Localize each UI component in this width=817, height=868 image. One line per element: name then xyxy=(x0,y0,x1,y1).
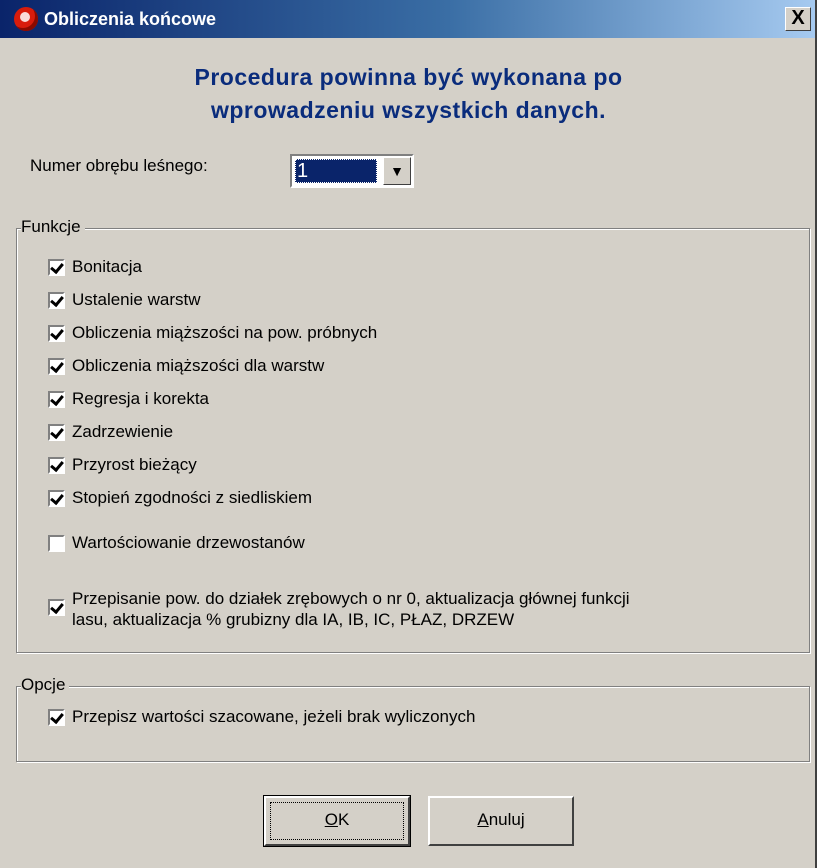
cancel-mnemonic: A xyxy=(477,810,489,829)
checkbox-label[interactable]: Stopień zgodności z siedliskiem xyxy=(72,487,312,509)
window-title: Obliczenia końcowe xyxy=(44,9,217,29)
checkbox-stopien-zgodnosci[interactable] xyxy=(48,490,65,507)
checkbox-label[interactable]: Obliczenia miąższości dla warstw xyxy=(72,355,324,377)
funkcje-legend: Funkcje xyxy=(21,217,85,237)
checkbox-label-line-2[interactable]: lasu, aktualizacja % grubizny dla IA, IB… xyxy=(72,609,514,631)
checkbox-miazszosc-pow-probnych[interactable] xyxy=(48,325,65,342)
app-icon xyxy=(14,7,38,31)
checkbox-bonitacja[interactable] xyxy=(48,259,65,276)
checkbox-label[interactable]: Regresja i korekta xyxy=(72,388,209,410)
checkbox-przepisz-szacowane[interactable] xyxy=(48,709,65,726)
checkbox-label[interactable]: Zadrzewienie xyxy=(72,421,173,443)
focus-rect xyxy=(270,802,404,840)
dropdown-arrow-icon[interactable]: ▼ xyxy=(383,157,411,185)
obreb-select[interactable]: 1 ▼ xyxy=(290,154,414,188)
checkbox-miazszosc-warstw[interactable] xyxy=(48,358,65,375)
obreb-selected-value[interactable]: 1 xyxy=(295,159,377,183)
cancel-label-rest: nuluj xyxy=(488,810,525,829)
cancel-button[interactable]: Anuluj xyxy=(428,796,574,846)
checkbox-label[interactable]: Bonitacja xyxy=(72,256,142,278)
title-bar[interactable]: Obliczenia końcowe X xyxy=(0,0,815,38)
close-button[interactable]: X xyxy=(785,7,811,31)
checkbox-label[interactable]: Wartościowanie drzewostanów xyxy=(72,532,305,554)
headline-line-1: Procedura powinna być wykonana po xyxy=(194,64,623,90)
checkbox-label[interactable]: Przepisz wartości szacowane, jeżeli brak… xyxy=(72,706,475,728)
checkbox-label[interactable]: Przyrost bieżący xyxy=(72,454,197,476)
obreb-label: Numer obrębu leśnego: xyxy=(30,156,208,175)
checkbox-regresja[interactable] xyxy=(48,391,65,408)
checkbox-wartosciowanie[interactable] xyxy=(48,535,65,552)
ok-button[interactable]: OK xyxy=(263,795,411,847)
checkbox-przyrost[interactable] xyxy=(48,457,65,474)
dialog-window: Obliczenia końcowe X Procedura powinna b… xyxy=(0,0,817,868)
checkbox-label-line-1[interactable]: Przepisanie pow. do działek zrębowych o … xyxy=(72,588,630,610)
checkbox-label[interactable]: Obliczenia miąższości na pow. próbnych xyxy=(72,322,377,344)
opcje-legend: Opcje xyxy=(21,675,70,695)
checkbox-ustalenie-warstw[interactable] xyxy=(48,292,65,309)
headline-line-2: wprowadzeniu wszystkich danych. xyxy=(210,97,607,123)
checkbox-zadrzewienie[interactable] xyxy=(48,424,65,441)
checkbox-przepisanie[interactable] xyxy=(48,599,65,616)
checkbox-label[interactable]: Ustalenie warstw xyxy=(72,289,201,311)
